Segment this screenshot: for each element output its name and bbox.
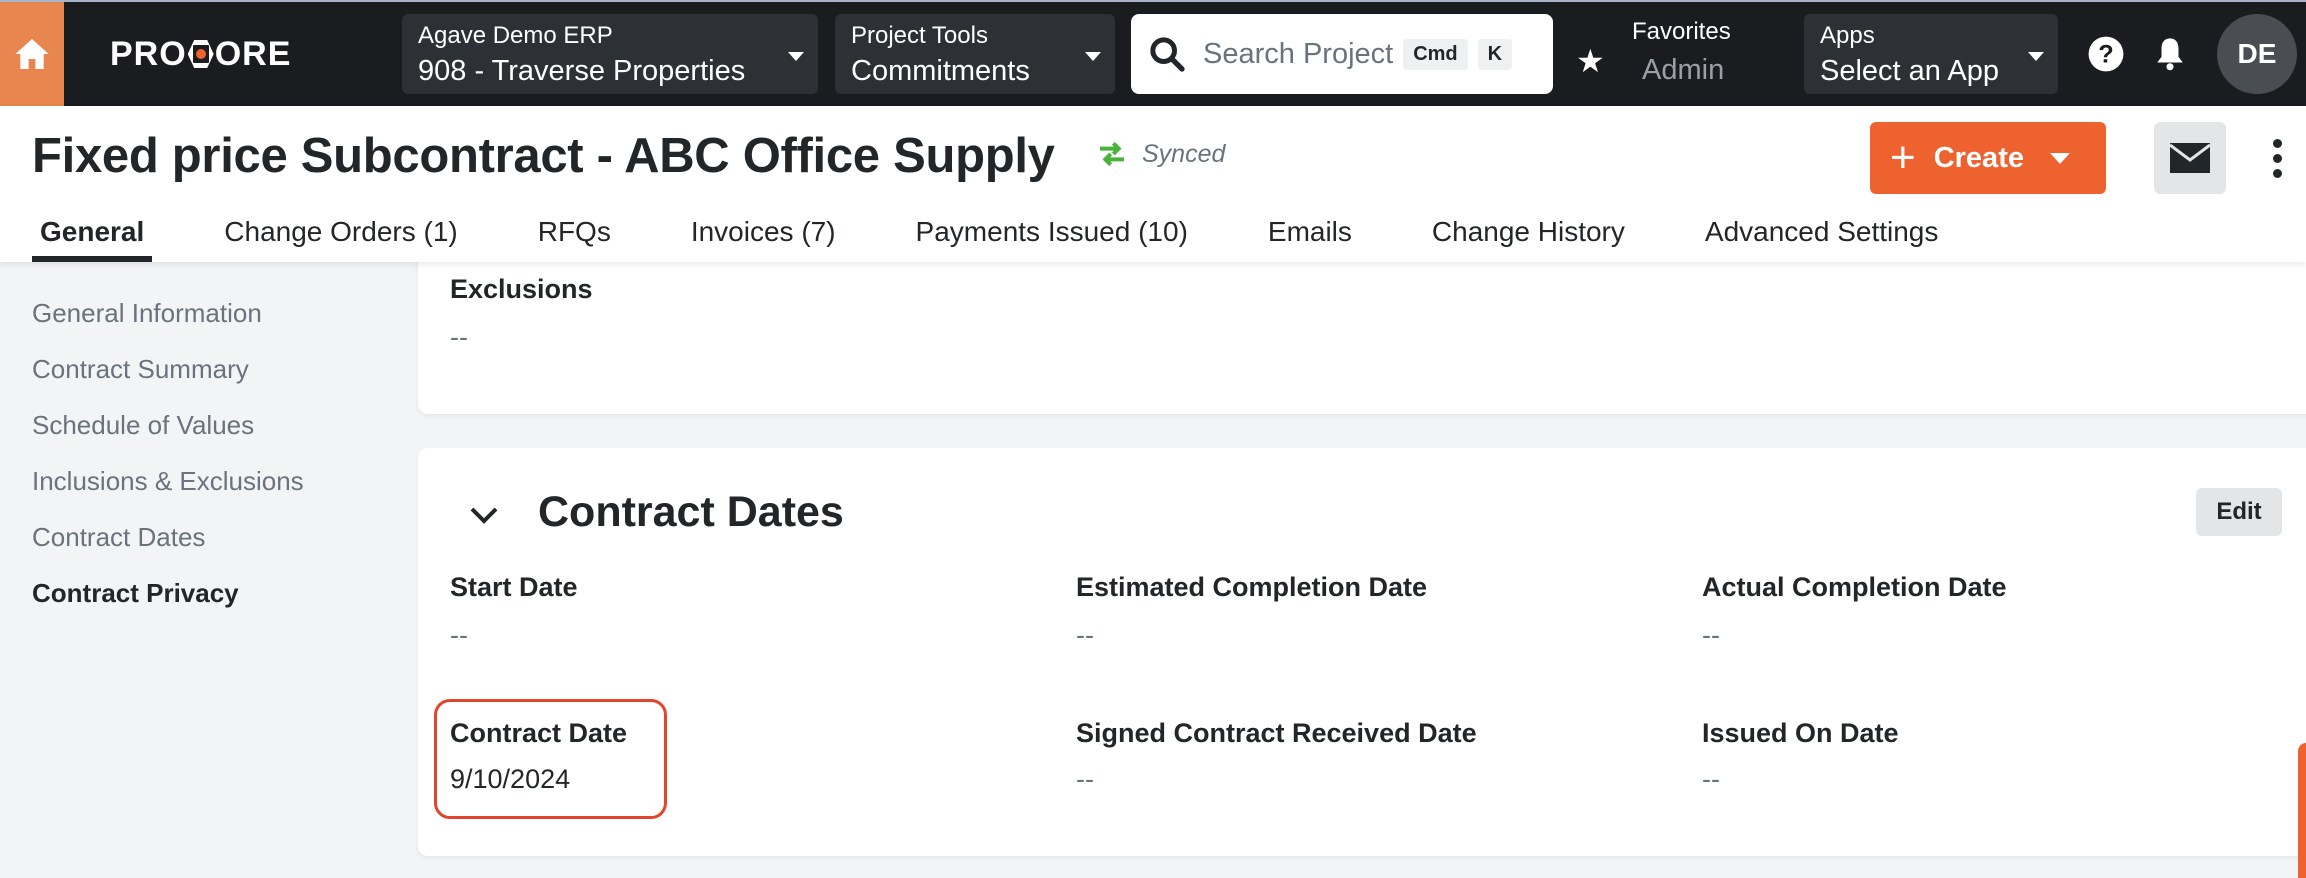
notifications-button[interactable] (2148, 32, 2192, 76)
tab-emails[interactable]: Emails (1260, 214, 1360, 262)
home-button[interactable] (0, 2, 64, 106)
project-tools-label: Project Tools (851, 22, 988, 49)
actual-completion-date-label: Actual Completion Date (1702, 572, 2007, 602)
contract-dates-card: Contract Dates Edit Start Date -- Estima… (418, 448, 2306, 856)
page-header: Fixed price Subcontract - ABC Office Sup… (0, 106, 2306, 262)
dot-icon (2272, 168, 2282, 178)
sync-status: Synced (1096, 138, 1225, 170)
search-project-input[interactable]: Search Project Cmd K (1131, 14, 1553, 94)
section-title: Contract Dates (538, 488, 844, 536)
procore-logo[interactable]: PRO ORE (110, 34, 292, 73)
shortcut-key-cmd: Cmd (1403, 38, 1468, 70)
company-project-dropdown[interactable]: Agave Demo ERP 908 - Traverse Properties (402, 14, 818, 94)
tab-rfqs[interactable]: RFQs (530, 214, 619, 262)
dot-icon (2272, 153, 2282, 163)
logo-text-start: PRO (110, 34, 187, 73)
edit-button[interactable]: Edit (2196, 488, 2282, 536)
estimated-completion-date-value: -- (1076, 620, 1094, 650)
favorites-value: Admin (1642, 54, 1725, 86)
create-button[interactable]: + Create (1870, 122, 2106, 194)
apps-dropdown[interactable]: Apps Select an App (1804, 14, 2058, 94)
company-name: Agave Demo ERP (418, 22, 613, 49)
home-icon (15, 39, 49, 69)
current-tool: Commitments (851, 55, 1030, 87)
start-date-value: -- (450, 620, 468, 650)
tab-general[interactable]: General (32, 214, 153, 262)
user-avatar[interactable]: DE (2217, 14, 2297, 94)
inclusions-exclusions-card: Exclusions -- (418, 240, 2306, 414)
signed-contract-received-date-label: Signed Contract Received Date (1076, 718, 1477, 748)
tab-change-history[interactable]: Change History (1424, 214, 1633, 262)
project-tools-dropdown[interactable]: Project Tools Commitments (835, 14, 1115, 94)
chevron-down-icon (2028, 52, 2044, 61)
shortcut-key-k: K (1477, 38, 1513, 70)
sync-icon (1100, 141, 1124, 167)
star-icon: ★ (1576, 43, 1605, 79)
chevron-down-icon[interactable] (468, 504, 500, 526)
chevron-down-icon (2049, 152, 2070, 164)
search-icon (1150, 37, 1185, 72)
tab-change-orders[interactable]: Change Orders (1) (216, 214, 465, 262)
logo-mark-icon (188, 40, 214, 68)
favorites-label: Favorites (1632, 18, 1731, 45)
envelope-icon (2170, 143, 2210, 173)
chevron-down-icon (788, 52, 804, 61)
apps-label: Apps (1820, 22, 1875, 49)
apps-value: Select an App (1820, 55, 1999, 87)
sidebar-item-schedule-of-values[interactable]: Schedule of Values (32, 410, 254, 441)
search-placeholder: Search Project (1203, 37, 1394, 70)
email-button[interactable] (2154, 122, 2226, 194)
sidebar-item-contract-dates[interactable]: Contract Dates (32, 522, 205, 553)
svg-text:?: ? (2098, 41, 2113, 69)
exclusions-label: Exclusions (450, 274, 593, 304)
more-options-button[interactable] (2262, 128, 2292, 188)
sidebar-item-inclusions-exclusions[interactable]: Inclusions & Exclusions (32, 466, 304, 497)
contract-date-value: 9/10/2024 (450, 764, 571, 794)
tab-bar: General Change Orders (1) RFQs Invoices … (32, 214, 2010, 262)
project-name: 908 - Traverse Properties (418, 55, 746, 87)
top-navigation-bar: PRO ORE Agave Demo ERP 908 - Traverse Pr… (0, 2, 2306, 106)
tab-payments-issued[interactable]: Payments Issued (10) (908, 214, 1196, 262)
sync-status-text: Synced (1142, 139, 1226, 168)
contract-date-label: Contract Date (450, 718, 628, 748)
help-icon: ? (2088, 36, 2124, 72)
bell-icon (2157, 38, 2183, 71)
signed-contract-received-date-value: -- (1076, 764, 1094, 794)
estimated-completion-date-label: Estimated Completion Date (1076, 572, 1428, 602)
sidebar-item-contract-summary[interactable]: Contract Summary (32, 354, 249, 385)
logo-text-end: ORE (214, 34, 292, 73)
favorites-menu[interactable]: ★ Favorites Admin (1572, 14, 1782, 94)
create-label: Create (1933, 141, 2024, 174)
section-sidebar: General Information Contract Summary Sch… (0, 262, 418, 878)
help-button[interactable]: ? (2084, 32, 2128, 76)
tab-advanced-settings[interactable]: Advanced Settings (1697, 214, 1947, 262)
issued-on-date-value: -- (1702, 764, 1720, 794)
plus-icon: + (1890, 133, 1916, 182)
exclusions-value: -- (450, 322, 468, 352)
issued-on-date-label: Issued On Date (1702, 718, 1899, 748)
start-date-label: Start Date (450, 572, 578, 602)
chevron-down-icon (1085, 52, 1101, 61)
feedback-side-tab[interactable] (2298, 743, 2306, 878)
sidebar-item-general-information[interactable]: General Information (32, 298, 262, 329)
tab-invoices[interactable]: Invoices (7) (683, 214, 844, 262)
dot-icon (2272, 138, 2282, 148)
sidebar-item-contract-privacy[interactable]: Contract Privacy (32, 578, 239, 609)
page-title: Fixed price Subcontract - ABC Office Sup… (32, 129, 1055, 183)
actual-completion-date-value: -- (1702, 620, 1720, 650)
